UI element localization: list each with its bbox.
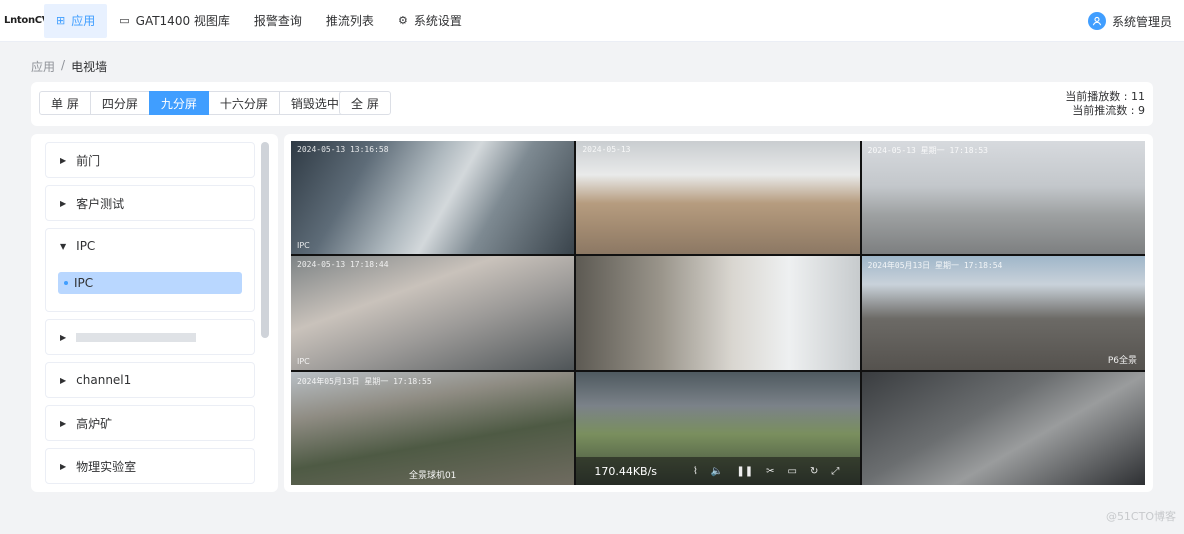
record-icon[interactable]: ▭ bbox=[788, 466, 797, 477]
redacted-label bbox=[76, 332, 197, 342]
nav-label: GAT1400 视图库 bbox=[135, 14, 230, 28]
video-cell[interactable]: 2024年05月13日 星期一 17:18:55 全景球机01 bbox=[291, 371, 575, 485]
breadcrumb-separator: / bbox=[61, 58, 66, 72]
video-osd-timestamp: 2024年05月13日 星期一 17:18:55 bbox=[297, 376, 432, 386]
caret-right-icon: ▶ bbox=[60, 332, 67, 342]
layout-toolbar: 单 屏 四分屏 九分屏 十六分屏 销毁选中 全 屏 当前播放数 : 11 当前推… bbox=[31, 82, 1153, 126]
nav-label: 报警查询 bbox=[253, 14, 302, 28]
tree-group-label: IPC bbox=[76, 239, 96, 253]
tree-group-label: 物理实验室 bbox=[76, 459, 137, 474]
volume-icon[interactable]: 🔈 bbox=[711, 466, 723, 477]
tree-group[interactable]: ▶ 客户测试 bbox=[45, 185, 255, 221]
layout-sixteen-button[interactable]: 十六分屏 bbox=[207, 91, 280, 115]
tree-group[interactable]: ▶ 前门 bbox=[45, 142, 255, 178]
video-osd-timestamp: 2024年05月13日 星期一 17:18:54 bbox=[867, 261, 1003, 271]
caret-down-icon: ▼ bbox=[60, 241, 67, 251]
tree-group-label: 高炉矿 bbox=[76, 416, 113, 431]
gear-icon: ⚙ bbox=[397, 14, 408, 27]
video-cell[interactable]: 2024-05-13 bbox=[576, 141, 860, 255]
video-osd-timestamp: 2024-05-13 bbox=[582, 145, 631, 154]
layout-nine-button[interactable]: 九分屏 bbox=[148, 91, 209, 115]
user-avatar-icon bbox=[1087, 12, 1106, 30]
pushing-count: 当前推流数 : 9 bbox=[1072, 104, 1145, 117]
nav-item-gat1400[interactable]: ▭ GAT1400 视图库 bbox=[107, 0, 242, 42]
video-wall-grid: 2024-05-13 13:16:58 IPC 2024-05-13 2024-… bbox=[291, 141, 1145, 485]
nav-item-alarm-query[interactable]: 报警查询 bbox=[242, 0, 314, 42]
breadcrumb-root[interactable]: 应用 bbox=[31, 58, 55, 75]
video-cell[interactable]: 2024-05-13 13:16:58 IPC bbox=[291, 141, 575, 255]
grid-icon: ⊞ bbox=[56, 14, 66, 27]
nav-label: 应用 bbox=[71, 14, 96, 28]
video-cell[interactable]: 2024-05-13 17:18:44 IPC bbox=[291, 256, 575, 370]
video-cell[interactable] bbox=[576, 256, 860, 370]
video-caption: IPC bbox=[297, 356, 310, 366]
tree-group-expanded[interactable]: ▼ IPC IPC bbox=[45, 228, 255, 312]
caret-right-icon: ▶ bbox=[60, 418, 67, 428]
caret-right-icon: ▶ bbox=[60, 155, 67, 165]
video-cell[interactable]: 2024年05月13日 星期一 17:18:54 P6全景 bbox=[861, 256, 1145, 370]
fullscreen-icon[interactable]: ⤢ bbox=[831, 466, 839, 477]
pause-icon[interactable]: ❚❚ bbox=[736, 466, 753, 477]
player-controls: 170.44KB/s ⌇ 🔈 ❚❚ ✂ ▭ ↻ ⤢ bbox=[576, 457, 860, 485]
playing-count: 当前播放数 : 11 bbox=[1065, 90, 1145, 103]
top-nav-bar: LntonCVS ⊞ 应用 ▭ GAT1400 视图库 报警查询 推流列表 ⚙ … bbox=[0, 0, 1184, 42]
tree-group-label: 客户测试 bbox=[76, 196, 125, 211]
caret-right-icon: ▶ bbox=[60, 461, 67, 471]
rotate-icon[interactable]: ↻ bbox=[810, 466, 818, 477]
tree-group[interactable]: ▶ 高炉矿 bbox=[45, 405, 255, 441]
tree-child-item[interactable]: IPC bbox=[58, 272, 242, 294]
user-name: 系统管理员 bbox=[1111, 14, 1172, 29]
fullscreen-button[interactable]: 全 屏 bbox=[339, 91, 391, 115]
caret-right-icon: ▶ bbox=[60, 375, 67, 385]
video-osd-timestamp: 2024-05-13 17:18:44 bbox=[297, 260, 389, 270]
tree-group[interactable]: ▶ channel1 bbox=[45, 362, 255, 398]
tree-child-label: IPC bbox=[74, 276, 94, 290]
tree-group-label: channel1 bbox=[76, 373, 132, 387]
watermark: @51CTO博客 bbox=[1105, 510, 1176, 523]
app-logo: LntonCVS bbox=[4, 15, 57, 26]
video-osd-timestamp: 2024-05-13 星期一 17:18:53 bbox=[867, 146, 988, 155]
video-cell[interactable] bbox=[861, 371, 1145, 485]
screenshot-scissors-icon[interactable]: ✂ bbox=[766, 466, 774, 477]
video-caption: IPC bbox=[297, 241, 310, 251]
device-tree-panel: ▶ 前门 ▶ 客户测试 ▼ IPC IPC ▶ ▶ channel1 ▶ 高炉矿 ▶ 物理实… bbox=[31, 134, 278, 492]
nav-item-stream-list[interactable]: 推流列表 bbox=[314, 0, 386, 42]
breadcrumb: 应用 / 电视墙 bbox=[31, 58, 107, 75]
tree-group[interactable]: ▶ 物理实验室 bbox=[45, 448, 255, 484]
tree-group-label: 前门 bbox=[76, 153, 101, 168]
video-cell[interactable]: 2024-05-13 星期一 17:18:53 bbox=[861, 141, 1145, 255]
video-osd-timestamp: 2024-05-13 13:16:58 bbox=[297, 145, 389, 154]
dot-icon bbox=[64, 281, 68, 285]
nav-label: 推流列表 bbox=[325, 14, 374, 28]
main-nav: ⊞ 应用 ▭ GAT1400 视图库 报警查询 推流列表 ⚙ 系统设置 bbox=[44, 0, 474, 42]
sidebar-scrollbar[interactable] bbox=[261, 142, 269, 338]
caret-right-icon: ▶ bbox=[60, 198, 67, 208]
folder-icon: ▭ bbox=[119, 14, 130, 27]
nav-item-apps[interactable]: ⊞ 应用 bbox=[44, 3, 108, 38]
nav-item-settings[interactable]: ⚙ 系统设置 bbox=[386, 0, 474, 42]
layout-single-button[interactable]: 单 屏 bbox=[39, 91, 91, 115]
user-menu[interactable]: 系统管理员 bbox=[1087, 0, 1172, 42]
bitrate-readout: 170.44KB/s bbox=[594, 464, 658, 478]
video-caption: 全景球机01 bbox=[408, 471, 457, 481]
video-wall-panel: 2024-05-13 13:16:58 IPC 2024-05-13 2024-… bbox=[284, 134, 1153, 492]
playback-stats: 当前播放数 : 11 当前推流数 : 9 bbox=[1065, 90, 1145, 118]
layout-button-group: 单 屏 四分屏 九分屏 十六分屏 销毁选中 bbox=[39, 91, 351, 115]
nav-label: 系统设置 bbox=[413, 14, 462, 28]
video-caption: P6全景 bbox=[1107, 355, 1137, 366]
layout-quad-button[interactable]: 四分屏 bbox=[89, 91, 150, 115]
waveform-icon[interactable]: ⌇ bbox=[693, 466, 698, 477]
breadcrumb-current: 电视墙 bbox=[71, 60, 108, 74]
video-cell-active[interactable]: 170.44KB/s ⌇ 🔈 ❚❚ ✂ ▭ ↻ ⤢ bbox=[576, 371, 860, 485]
tree-group[interactable]: ▶ bbox=[45, 319, 255, 355]
